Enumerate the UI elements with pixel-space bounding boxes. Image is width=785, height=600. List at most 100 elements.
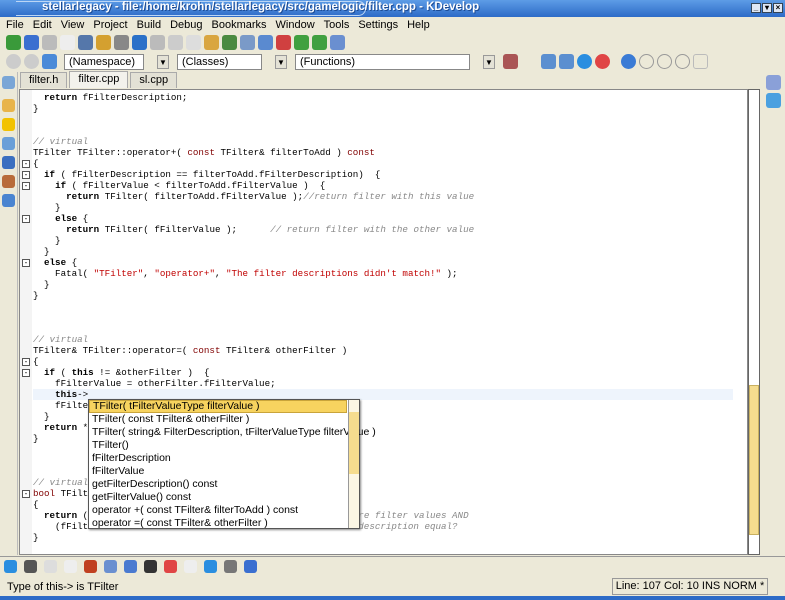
class-view-icon[interactable] <box>2 137 15 150</box>
help-icon[interactable] <box>766 93 781 108</box>
minimize-button[interactable]: _ <box>751 3 761 13</box>
menu-build[interactable]: Build <box>137 19 161 31</box>
forward-icon[interactable] <box>24 54 39 69</box>
maximize-button[interactable]: ▾ <box>762 3 772 13</box>
menu-debug[interactable]: Debug <box>170 19 202 31</box>
open-project-icon[interactable] <box>24 35 39 50</box>
select-icon[interactable] <box>276 35 291 50</box>
completion-item[interactable]: fFilterValue <box>89 465 347 478</box>
run-icon[interactable] <box>621 54 636 69</box>
find-icon[interactable] <box>104 559 117 573</box>
notes-icon[interactable] <box>64 559 77 573</box>
zoom-in-icon[interactable] <box>294 35 309 50</box>
new-project-icon[interactable] <box>6 35 21 50</box>
messages-icon[interactable] <box>4 559 17 573</box>
undo-icon[interactable] <box>132 35 147 50</box>
close-button[interactable]: × <box>773 3 783 13</box>
fold-toggle-icon[interactable]: - <box>22 358 30 366</box>
menu-tools[interactable]: Tools <box>324 19 350 31</box>
gear-icon[interactable] <box>577 54 592 69</box>
new-window-icon[interactable] <box>541 54 556 69</box>
step-out-icon[interactable] <box>675 54 690 69</box>
menu-file[interactable]: File <box>6 19 24 31</box>
documentation-icon[interactable] <box>766 75 781 90</box>
classes-combo[interactable]: (Classes) ▼ <box>177 53 287 70</box>
copy-icon[interactable] <box>186 35 201 50</box>
magic-wand-icon[interactable] <box>503 54 518 69</box>
variables-icon[interactable] <box>2 175 15 188</box>
menu-project[interactable]: Project <box>93 19 127 31</box>
bookmark-icon[interactable] <box>2 156 15 169</box>
cut-icon[interactable] <box>168 35 183 50</box>
whats-this-icon[interactable] <box>330 35 345 50</box>
tab-filter-h[interactable]: filter.h <box>20 72 68 88</box>
new-window2-icon[interactable] <box>559 54 574 69</box>
completion-item[interactable]: fFilterDescription <box>89 452 347 465</box>
editor-scrollbar[interactable] <box>748 89 760 555</box>
step-over-icon[interactable] <box>639 54 654 69</box>
back-icon[interactable] <box>6 54 21 69</box>
scrollbar-thumb[interactable] <box>349 412 359 474</box>
completion-item[interactable]: TFilter( string& FilterDescription, tFil… <box>89 426 376 439</box>
chevron-down-icon[interactable]: ▼ <box>275 54 287 69</box>
scrollbar-thumb[interactable] <box>749 385 759 535</box>
tab-sl-cpp[interactable]: sl.cpp <box>130 72 178 88</box>
debugger-icon[interactable] <box>204 559 217 573</box>
save-all-icon[interactable] <box>96 35 111 50</box>
fold-toggle-icon[interactable]: - <box>22 369 30 377</box>
save-icon[interactable] <box>78 35 93 50</box>
code-completion-popup[interactable]: TFilter( tFilterValueType filterValue ) T… <box>88 399 376 530</box>
chevron-down-icon[interactable]: ▼ <box>157 54 169 69</box>
step-into-icon[interactable] <box>657 54 672 69</box>
fold-toggle-icon[interactable]: - <box>22 160 30 168</box>
replace-icon[interactable] <box>258 35 273 50</box>
new-file-icon[interactable] <box>60 35 75 50</box>
tab-filter-cpp[interactable]: filter.cpp <box>69 71 129 88</box>
info-icon[interactable] <box>244 559 257 573</box>
fold-toggle-icon[interactable]: - <box>22 259 30 267</box>
completion-item[interactable]: getFilterDescription() const <box>89 478 347 491</box>
fold-toggle-icon[interactable]: - <box>22 490 30 498</box>
class-wizard-icon[interactable] <box>42 54 57 69</box>
zoom-out-icon[interactable] <box>312 35 327 50</box>
console-icon[interactable] <box>144 559 157 573</box>
breakpoints-icon[interactable] <box>224 559 237 573</box>
paste-icon[interactable] <box>204 35 219 50</box>
menu-help[interactable]: Help <box>407 19 430 31</box>
fold-toggle-icon[interactable]: - <box>22 182 30 190</box>
menu-window[interactable]: Window <box>276 19 315 31</box>
file-list-icon[interactable] <box>2 76 15 89</box>
completion-item[interactable]: getFilterValue() const <box>89 491 347 504</box>
menu-view[interactable]: View <box>61 19 85 31</box>
file-tree-icon[interactable] <box>2 99 15 112</box>
files-icon[interactable] <box>44 559 57 573</box>
completion-item[interactable]: operator +( const TFilter& filterToAdd )… <box>89 504 347 517</box>
find-in-files-icon[interactable] <box>240 35 255 50</box>
chevron-down-icon[interactable]: ▼ <box>483 54 495 69</box>
fold-toggle-icon[interactable]: - <box>22 171 30 179</box>
star-icon[interactable] <box>2 118 15 131</box>
menu-edit[interactable]: Edit <box>33 19 52 31</box>
print-icon[interactable] <box>114 35 129 50</box>
completion-item[interactable]: TFilter( const TFilter& otherFilter ) <box>89 413 347 426</box>
folder-icon[interactable] <box>2 194 15 207</box>
fold-toggle-icon[interactable]: - <box>22 215 30 223</box>
menu-settings[interactable]: Settings <box>358 19 398 31</box>
redo-icon[interactable] <box>150 35 165 50</box>
completion-scrollbar[interactable] <box>348 400 359 528</box>
memory-icon[interactable] <box>693 54 708 69</box>
functions-combo[interactable]: (Functions) ▼ <box>295 53 495 70</box>
recent-icon[interactable] <box>42 35 57 50</box>
completion-item[interactable]: TFilter( tFilterValueType filterValue ) <box>89 400 347 413</box>
namespace-combo[interactable]: (Namespace) ▼ <box>64 53 169 70</box>
terminal-icon[interactable] <box>24 559 37 573</box>
completion-item[interactable]: TFilter() <box>89 439 347 452</box>
menu-bookmarks[interactable]: Bookmarks <box>212 19 267 31</box>
run-icon[interactable] <box>84 559 97 573</box>
todo-icon[interactable] <box>184 559 197 573</box>
find-icon[interactable] <box>222 35 237 50</box>
stop-icon[interactable] <box>595 54 610 69</box>
completion-item[interactable]: operator =( const TFilter& otherFilter ) <box>89 517 347 530</box>
grep-icon[interactable] <box>124 559 137 573</box>
problems-icon[interactable] <box>164 559 177 573</box>
